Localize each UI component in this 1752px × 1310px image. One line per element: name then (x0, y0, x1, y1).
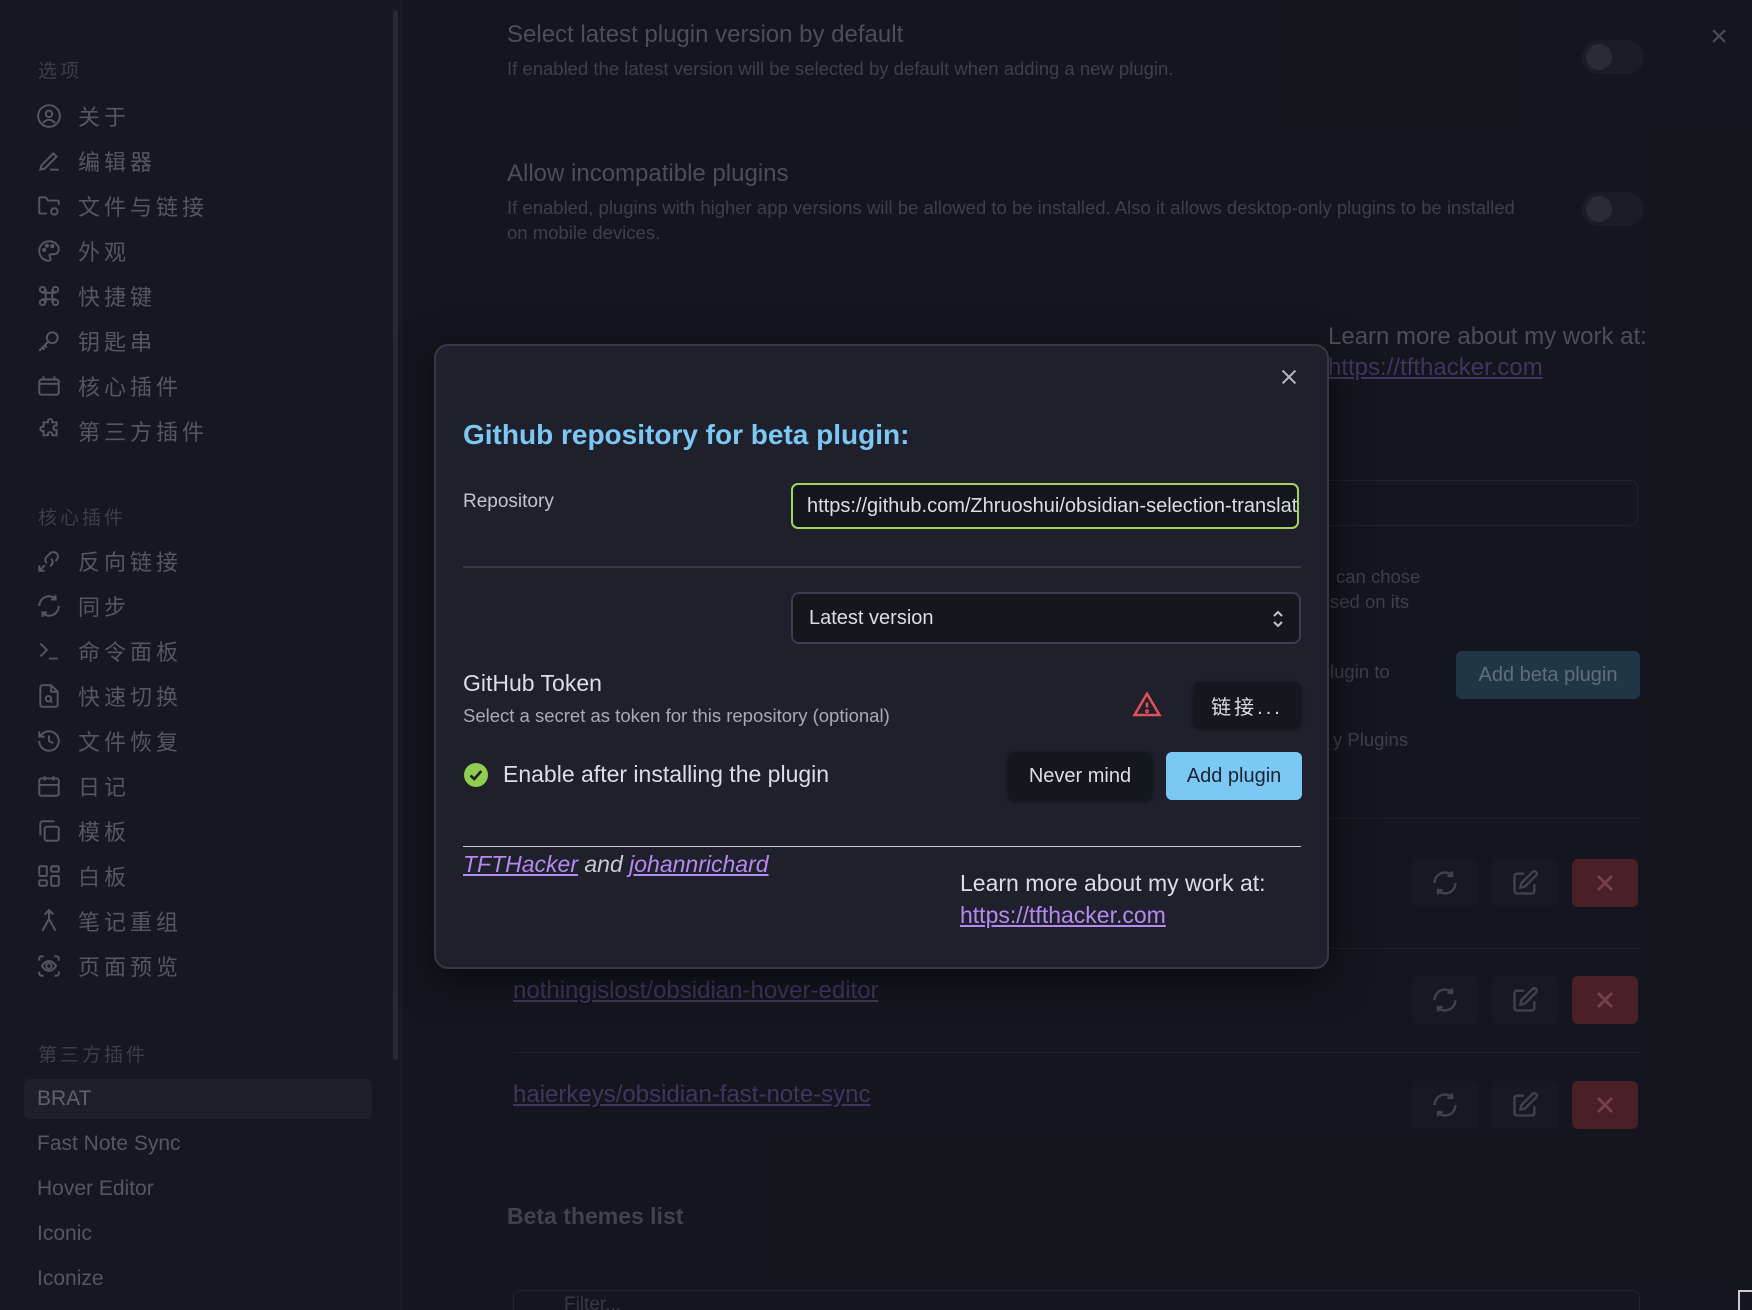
warning-icon (1132, 690, 1162, 720)
learn-more-link[interactable]: https://tfthacker.com (960, 902, 1166, 928)
chevron-up-down-icon (1269, 608, 1287, 636)
footer-divider (463, 846, 1301, 847)
credits-and: and (578, 851, 630, 877)
resize-corner[interactable] (1738, 1290, 1752, 1310)
learn-more: Learn more about my work at: https://tft… (960, 867, 1266, 931)
modal-close-button[interactable] (1274, 362, 1304, 392)
github-token-desc: Select a secret as token for this reposi… (463, 705, 890, 726)
close-icon (1281, 369, 1297, 385)
github-token-title: GitHub Token (463, 670, 602, 696)
author-link-johannrichard[interactable]: johannrichard (629, 851, 768, 877)
modal-divider (463, 566, 1301, 568)
repository-label: Repository (463, 491, 554, 512)
author-link-tfthacker[interactable]: TFTHacker (463, 851, 578, 877)
repository-input[interactable]: https://github.com/Zhruoshui/obsidian-se… (791, 483, 1299, 529)
add-beta-plugin-modal: Github repository for beta plugin: Repos… (434, 344, 1329, 969)
link-secret-button[interactable]: 链接... (1193, 682, 1301, 728)
credits: TFTHacker and johannrichard (463, 851, 769, 878)
version-select[interactable]: Latest version (791, 592, 1301, 644)
check-circle-icon[interactable] (463, 762, 489, 788)
learn-more-text: Learn more about my work at: (960, 870, 1266, 896)
add-plugin-button[interactable]: Add plugin (1166, 752, 1302, 800)
never-mind-button[interactable]: Never mind (1008, 752, 1152, 800)
version-select-value: Latest version (809, 606, 934, 629)
modal-title: Github repository for beta plugin: (463, 419, 910, 450)
enable-after-install-label[interactable]: Enable after installing the plugin (503, 761, 829, 788)
